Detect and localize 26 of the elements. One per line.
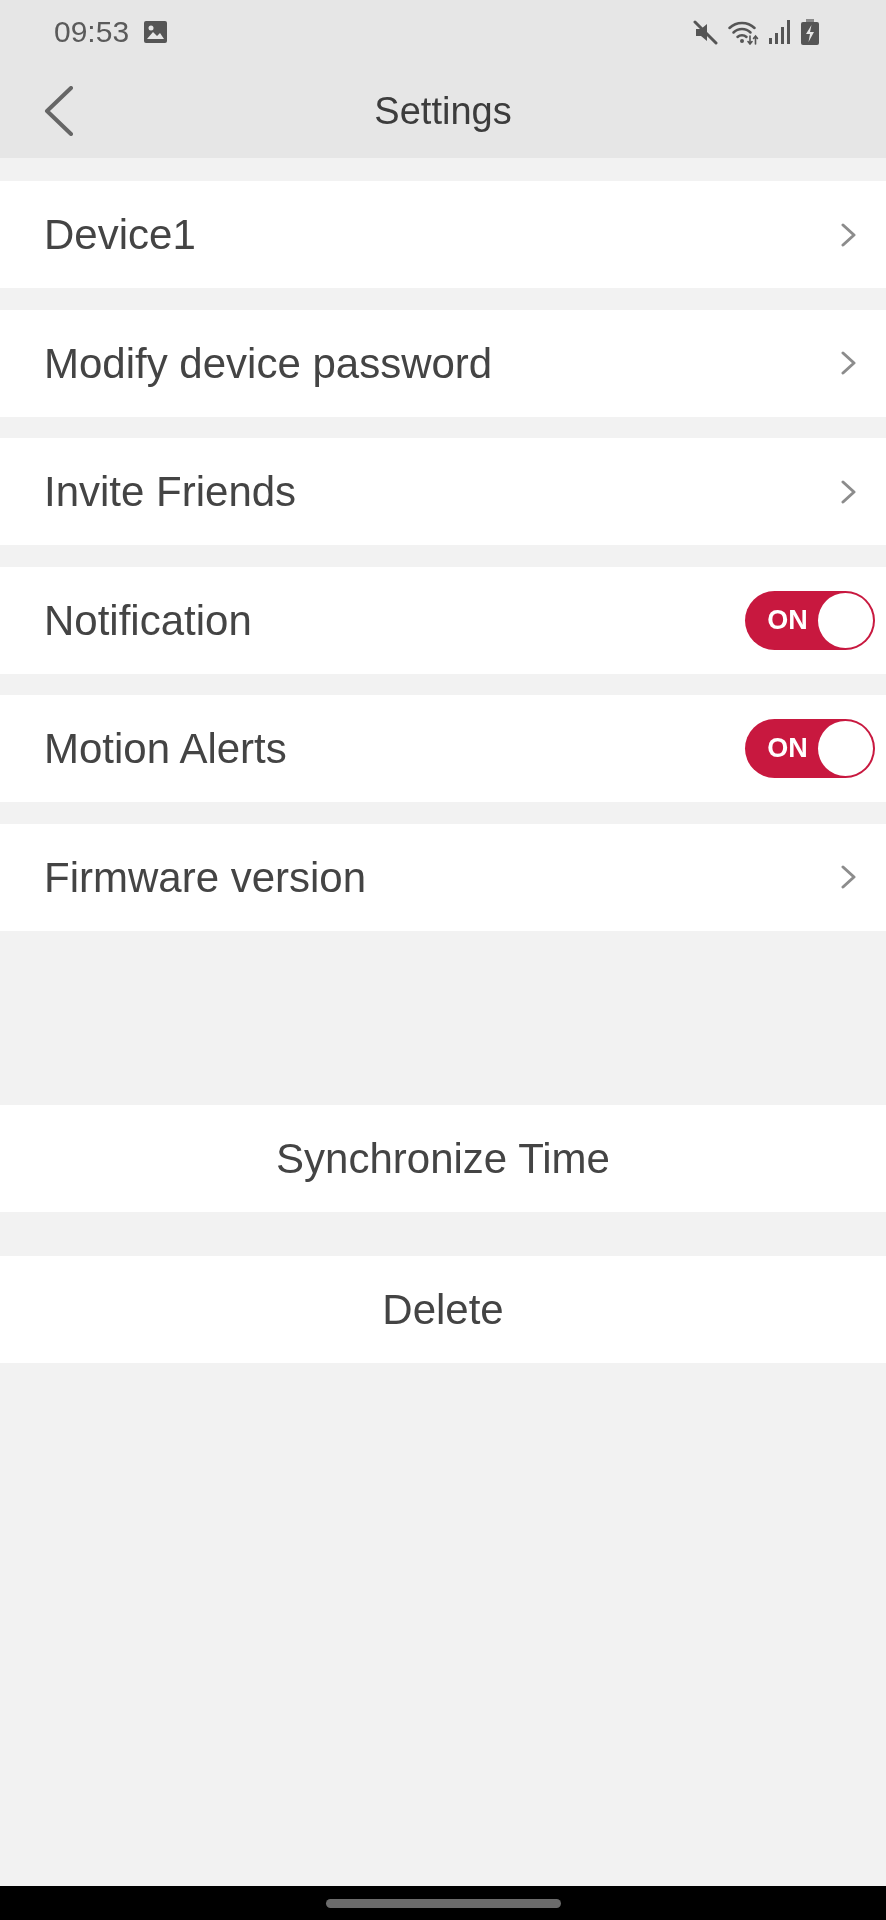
signal-icon <box>769 20 791 44</box>
chevron-right-icon <box>841 351 856 375</box>
battery-charging-icon <box>801 19 819 45</box>
action-button[interactable]: Synchronize Time <box>0 1104 886 1212</box>
chevron-right-icon <box>841 479 856 504</box>
settings-item[interactable]: Firmware version <box>0 823 886 931</box>
chevron-right-icon <box>841 865 856 889</box>
chevron-right-icon <box>841 222 856 247</box>
settings-item[interactable]: Device1 <box>0 181 886 288</box>
toggle-knob-icon <box>818 592 873 648</box>
toggle-knob-icon <box>818 721 873 776</box>
chevron-left-icon <box>44 86 74 136</box>
page-title: Settings <box>374 88 512 134</box>
toggle-switch[interactable]: ON <box>745 719 875 778</box>
setting-label: Notification <box>44 595 252 646</box>
action-button[interactable]: Delete <box>0 1255 886 1363</box>
image-icon <box>144 21 168 43</box>
mute-icon <box>693 19 718 45</box>
toggle-switch[interactable]: ON <box>745 590 875 650</box>
setting-label: Motion Alerts <box>44 724 287 774</box>
back-button[interactable] <box>44 86 74 136</box>
wifi-icon <box>728 19 759 45</box>
settings-item[interactable]: Modify device password <box>0 309 886 417</box>
settings-item[interactable]: Invite Friends <box>0 438 886 545</box>
status-time: 09:53 <box>54 17 130 47</box>
home-indicator[interactable] <box>325 1898 561 1908</box>
